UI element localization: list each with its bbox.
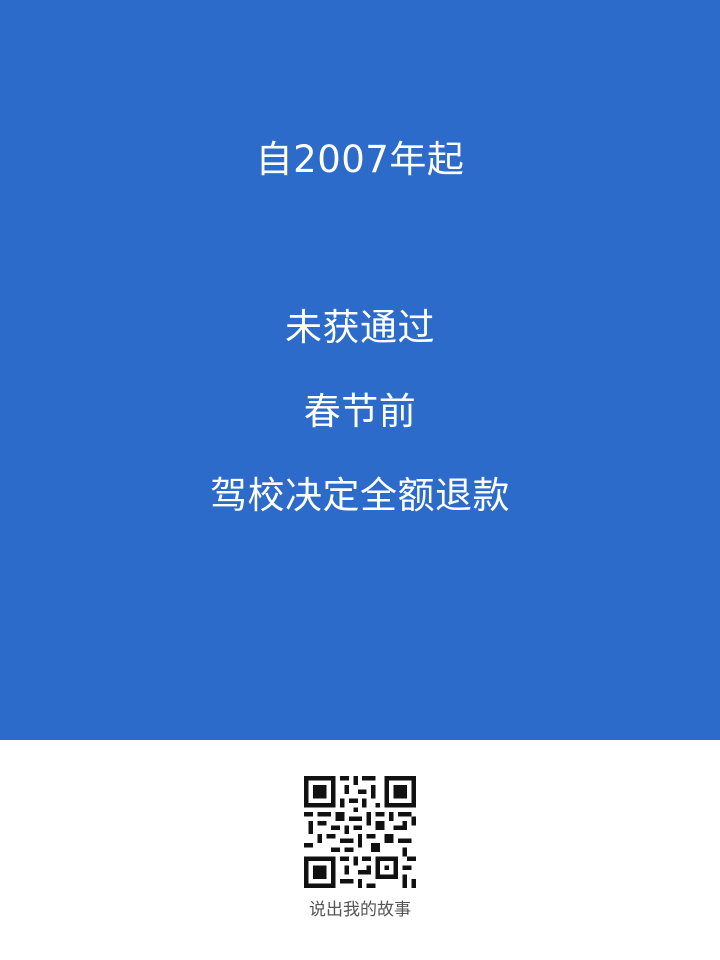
headline-line-1: 自2007年起 bbox=[255, 138, 465, 181]
qr-code-icon[interactable] bbox=[304, 776, 416, 888]
qr-caption: 说出我的故事 bbox=[309, 900, 411, 920]
headline-line-2: 未获通过 bbox=[285, 306, 435, 349]
share-footer: 说出我的故事 bbox=[0, 740, 720, 960]
headline-panel: 自2007年起 未获通过 春节前 驾校决定全额退款 bbox=[0, 0, 720, 740]
headline-line-4: 驾校决定全额退款 bbox=[210, 474, 510, 517]
headline-line-3: 春节前 bbox=[303, 390, 417, 433]
